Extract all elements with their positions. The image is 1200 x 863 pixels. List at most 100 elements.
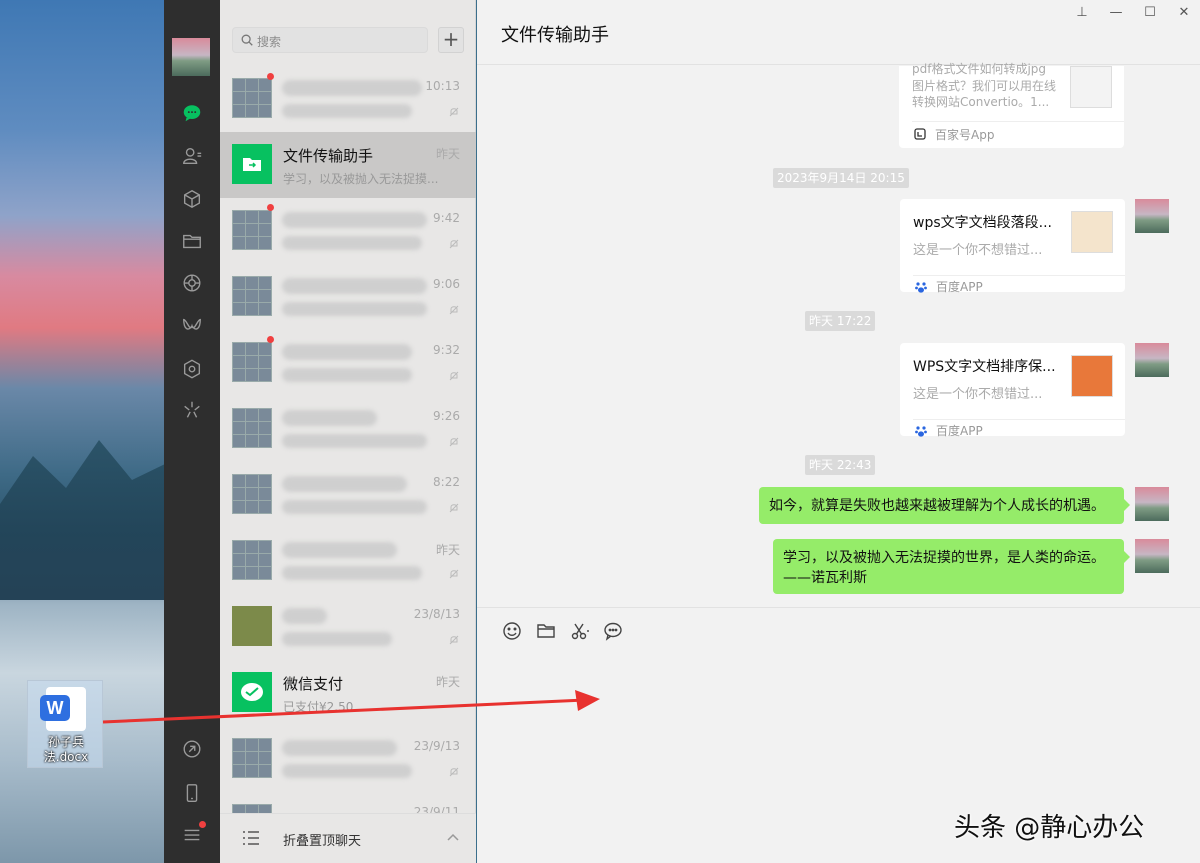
folder-icon — [243, 158, 261, 171]
emoji-icon[interactable] — [502, 621, 522, 641]
chat-item[interactable]: 23/8/13 — [220, 594, 476, 660]
blurred-preview — [282, 302, 427, 316]
mute-icon — [449, 305, 459, 315]
chat-name: 微信支付 — [283, 675, 344, 693]
chat-time: 23/8/13 — [413, 607, 460, 621]
card-desc: 这是一个你不想错过... — [913, 243, 1043, 258]
chat-time: 9:32 — [433, 343, 460, 357]
watermark: 头条 @静心办公 — [954, 813, 1145, 843]
chat-item[interactable]: 9:26 — [220, 396, 476, 462]
timestamp: 昨天 17:22 — [805, 311, 876, 331]
input-divider — [477, 607, 1200, 608]
message-bubble[interactable]: 如今，就算是失败也越来越被理解为个人成长的机遇。 — [759, 487, 1130, 524]
mute-icon — [449, 371, 459, 381]
chat-item[interactable]: 昨天 — [220, 528, 476, 594]
chat-time: 8:22 — [433, 475, 460, 489]
my-avatar[interactable] — [1135, 343, 1169, 377]
blurred-name — [282, 344, 412, 360]
baijiahao-icon — [914, 128, 926, 140]
contacts-icon[interactable] — [178, 142, 206, 170]
chat-time: 23/9/13 — [413, 739, 460, 753]
group-avatar — [232, 78, 272, 118]
desktop-file-docx[interactable]: W 孙子兵法.docx — [27, 680, 103, 768]
message-text: 如今，就算是失败也越来越被理解为个人成长的机遇。 — [769, 498, 1105, 514]
link-card[interactable]: wps文字文档段落段... 这是一个你不想错过... 百度APP — [900, 199, 1125, 294]
phone-icon[interactable] — [178, 779, 206, 807]
message-text: ——诺瓦利斯 — [783, 570, 867, 586]
my-avatar[interactable] — [1135, 487, 1169, 521]
group-avatar — [232, 540, 272, 580]
card-source: 百度APP — [936, 280, 983, 294]
chat-window: 文件传输助手 ⊥ — ☐ ✕ pdf格式文件如何转成jpg 图片格式？我们可以用… — [477, 0, 1200, 863]
chat-item[interactable]: 23/9/13 — [220, 726, 476, 792]
menu-notification-dot — [199, 821, 206, 828]
folded-pinned-label: 折叠置顶聊天 — [283, 834, 362, 849]
message-bubble[interactable]: 学习，以及被抛入无法捉摸的世界，是人类的命运。 ——诺瓦利斯 — [773, 539, 1130, 594]
chevron-up-icon — [447, 833, 459, 841]
miniprogram-icon[interactable] — [178, 355, 206, 383]
chat-time: 昨天 — [435, 675, 460, 689]
timestamp: 2023年9月14日 20:15 — [773, 168, 909, 188]
chat-item[interactable]: 23/9/11 — [220, 792, 476, 813]
blurred-name — [282, 410, 377, 426]
chat-item[interactable]: 10:13 — [220, 66, 476, 132]
link-icon[interactable] — [178, 735, 206, 763]
chat-item[interactable]: 8:22 — [220, 462, 476, 528]
card-divider — [913, 275, 1125, 276]
chat-item[interactable]: 9:32 — [220, 330, 476, 396]
group-avatar — [232, 276, 272, 316]
pin-icon[interactable]: ⊥ — [1075, 6, 1089, 20]
mute-icon — [449, 503, 459, 513]
channels-icon[interactable] — [178, 312, 206, 340]
scissors-icon[interactable] — [570, 621, 590, 641]
blurred-preview — [282, 500, 427, 514]
chat-item-file-transfer[interactable]: 文件传输助手 学习，以及被抛入无法捉摸... 昨天 — [220, 132, 476, 198]
add-chat-button[interactable]: + — [438, 27, 464, 53]
baidu-paw-icon — [915, 282, 927, 293]
close-button[interactable]: ✕ — [1177, 6, 1191, 20]
mute-icon — [449, 239, 459, 249]
blurred-name — [282, 278, 427, 294]
card-desc-line2: 图片格式？我们可以用在线 — [912, 79, 1057, 93]
blurred-name — [282, 542, 397, 558]
group-avatar — [232, 474, 272, 514]
link-card[interactable]: pdf格式文件如何转成jpg 图片格式？我们可以用在线 转换网站Converti… — [899, 62, 1124, 148]
chat-item-wechat-pay[interactable]: 微信支付 已支付¥2.50 昨天 — [220, 660, 476, 726]
card-divider — [912, 121, 1124, 122]
moments-icon[interactable] — [178, 269, 206, 297]
folder-icon[interactable] — [536, 621, 556, 641]
header-divider — [477, 64, 1200, 65]
blurred-preview — [282, 632, 392, 646]
my-avatar[interactable] — [1135, 539, 1169, 573]
blurred-preview — [282, 104, 412, 118]
maximize-button[interactable]: ☐ — [1143, 6, 1157, 20]
card-source: 百家号App — [935, 128, 995, 142]
link-card[interactable]: WPS文字文档排序保... 这是一个你不想错过... 百度APP — [900, 343, 1125, 438]
search-input[interactable]: 搜索 — [232, 27, 428, 53]
chat-time: 23/9/11 — [413, 805, 460, 813]
blurred-name — [282, 608, 327, 624]
my-avatar[interactable] — [1135, 199, 1169, 233]
message-text: 学习，以及被抛入无法捉摸的世界，是人类的命运。 — [783, 550, 1105, 566]
chat-list-panel: 搜索 + 10:13 文件传输助手 学习，以及被抛入无法捉摸... 昨天 9:4… — [220, 0, 476, 863]
folder-icon[interactable] — [178, 227, 206, 255]
chat-item[interactable]: 9:42 — [220, 198, 476, 264]
timestamp: 昨天 22:43 — [805, 455, 876, 475]
card-desc-line3: 转换网站Convertio。1... — [912, 95, 1050, 109]
chat-preview: 已支付¥2.50 — [283, 700, 354, 714]
unread-dot — [267, 336, 274, 343]
chat-preview: 学习，以及被抛入无法捉摸... — [283, 172, 439, 186]
favorites-icon[interactable] — [178, 185, 206, 213]
card-desc-line1: pdf格式文件如何转成jpg — [912, 62, 1047, 76]
chat-name: 文件传输助手 — [283, 147, 374, 165]
wechat-pay-avatar — [232, 672, 272, 712]
blurred-preview — [282, 236, 422, 250]
folded-pinned-bar[interactable]: 折叠置顶聊天 — [220, 813, 476, 863]
minimize-button[interactable]: — — [1109, 6, 1123, 20]
chat-item[interactable]: 9:06 — [220, 264, 476, 330]
chat-icon[interactable] — [178, 99, 206, 127]
my-avatar[interactable] — [172, 38, 210, 76]
chat-time: 9:26 — [433, 409, 460, 423]
chat-history-icon[interactable] — [603, 621, 623, 641]
search-discover-icon[interactable] — [178, 396, 206, 424]
